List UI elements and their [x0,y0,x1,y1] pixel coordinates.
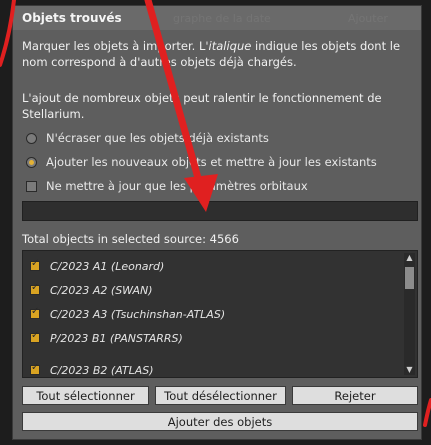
objects-list[interactable]: C/2023 A1 (Leonard) C/2023 A2 (SWAN) C/2… [22,250,418,378]
intro-text: Marquer les objets à importer. L'italiqu… [22,39,401,69]
dialog-title: Objets trouvés [22,11,122,25]
checked-checkbox-icon[interactable] [30,306,40,319]
radio-overwrite-existing[interactable]: N'écraser que les objets déjà existants [26,130,269,146]
radio-label: Ajouter les nouveaux objets et mettre à … [46,155,377,169]
list-item[interactable]: C/2023 A1 (Leonard) [30,257,164,275]
radio-button-selected-icon[interactable] [26,156,37,168]
checked-checkbox-icon[interactable] [30,362,40,375]
deselect-all-button[interactable]: Tout désélectionner [155,386,286,405]
scrollbar-thumb[interactable] [405,267,414,289]
checked-checkbox-icon[interactable] [30,258,40,271]
checked-checkbox-icon[interactable] [30,330,40,343]
checked-checkbox-icon[interactable] [30,282,40,295]
list-item[interactable]: C/2023 B2 (ATLAS) [30,361,154,377]
checkbox-icon[interactable] [26,180,37,192]
scroll-up-arrow-icon[interactable]: ▲ [405,253,414,263]
list-item[interactable]: C/2023 A2 (SWAN) [30,281,153,299]
orbital-params-checkbox-row[interactable]: Ne mettre à jour que les paramètres orbi… [26,178,308,194]
list-item[interactable]: P/2023 B1 (PANSTARRS) [30,329,183,347]
red-annotation-corner [423,398,431,427]
filter-input[interactable] [22,201,418,221]
background-ghost-text: graphe de la date [173,12,271,25]
radio-add-and-update[interactable]: Ajouter les nouveaux objets et mettre à … [26,154,377,170]
list-scrollbar[interactable]: ▲ ▼ [404,253,415,375]
performance-warning: L'ajout de nombreux objets peut ralentir… [22,91,382,121]
total-objects-label: Total objects in selected source: 4566 [22,232,239,246]
list-item[interactable]: C/2023 A3 (Tsuchinshan-ATLAS) [30,305,225,323]
radio-label: N'écraser que les objets déjà existants [46,131,269,145]
checkbox-label: Ne mettre à jour que les paramètres orbi… [46,179,308,193]
add-objects-button[interactable]: Ajouter des objets [22,412,418,431]
reject-button[interactable]: Rejeter [292,386,418,405]
background-ghost-text: Ajouter [348,12,388,25]
scroll-down-arrow-icon[interactable]: ▼ [405,365,414,375]
found-objects-dialog: Objets trouvés graphe de la date Ajouter… [12,5,422,440]
radio-button-icon[interactable] [26,132,37,144]
select-all-button[interactable]: Tout sélectionner [22,386,149,405]
